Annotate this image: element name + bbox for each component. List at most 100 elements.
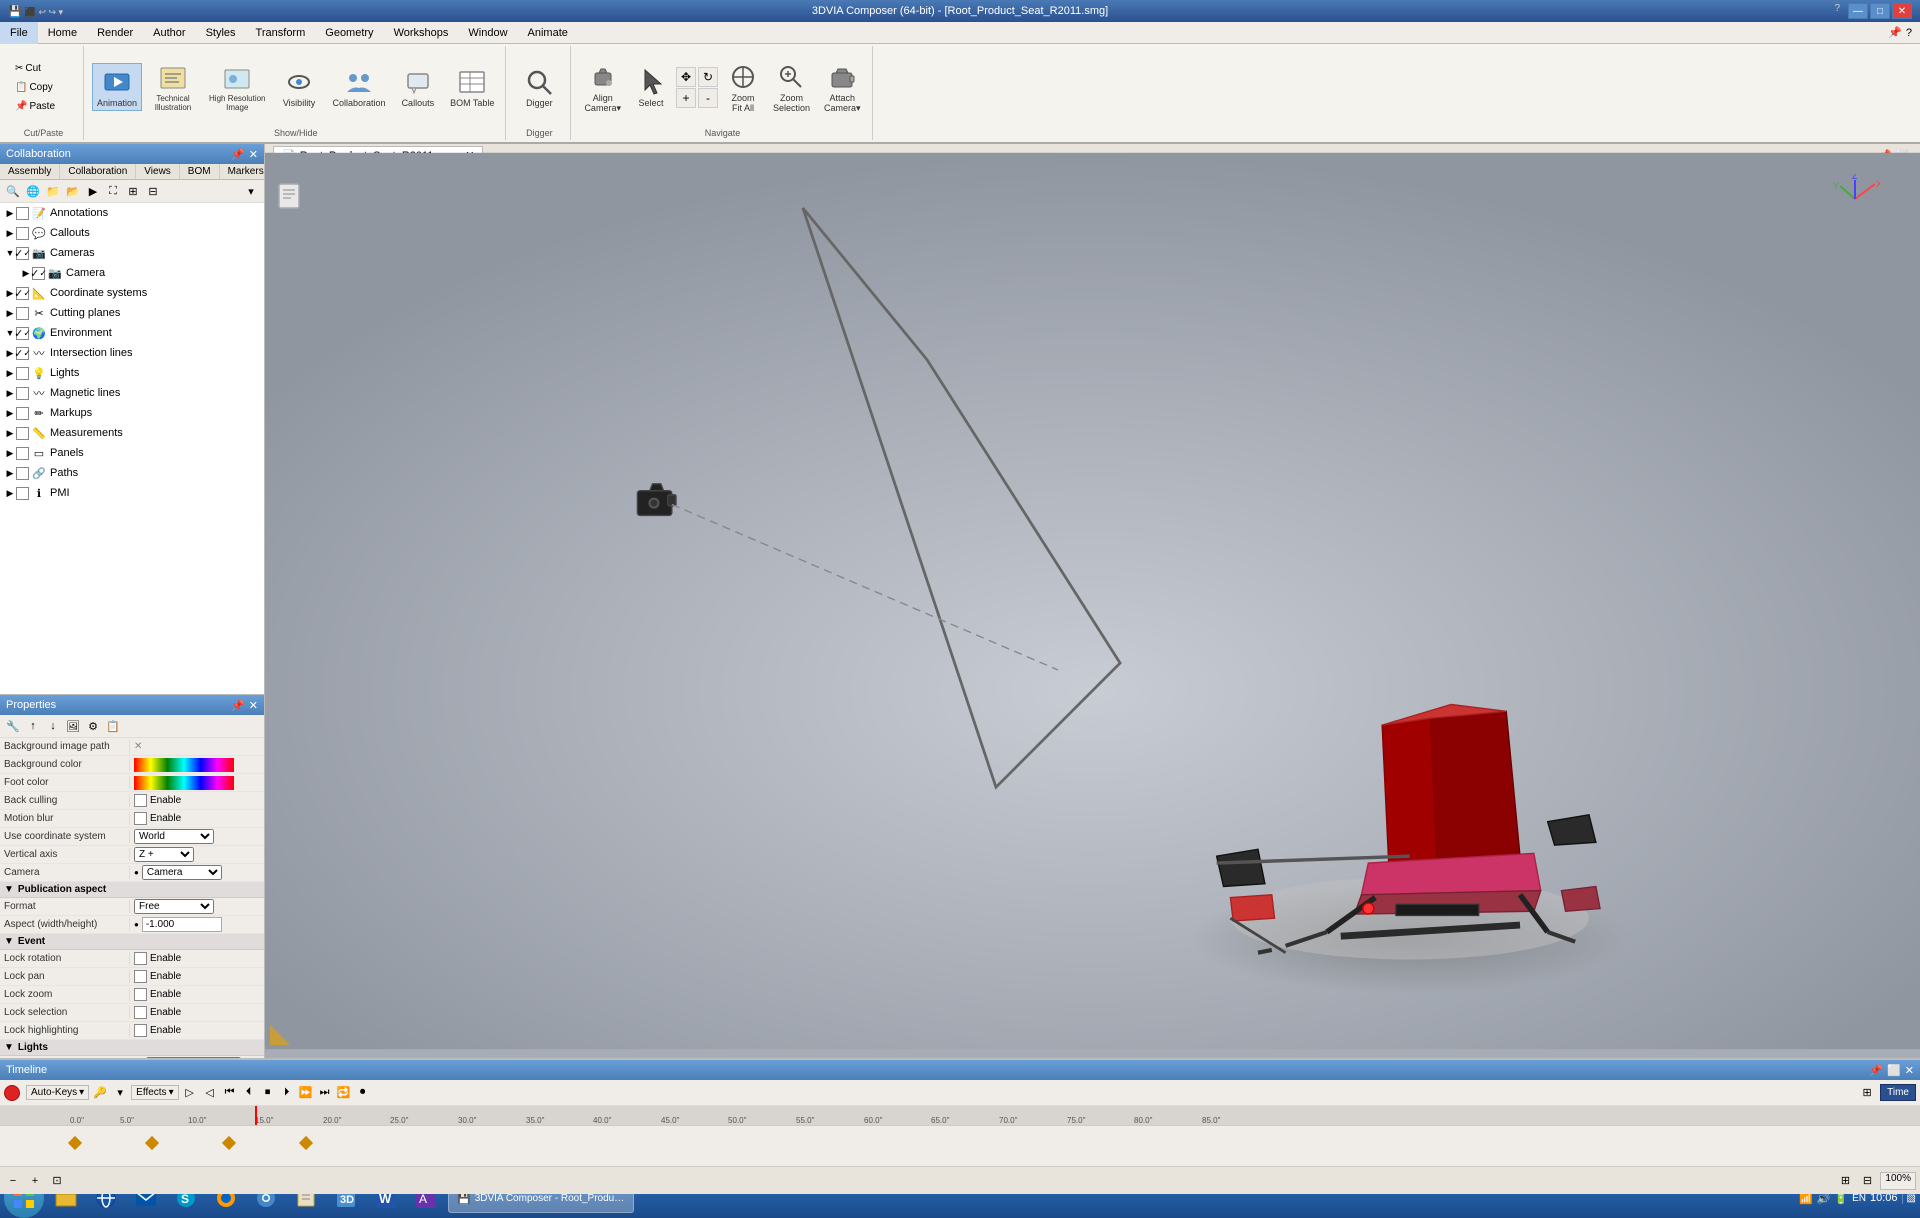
select-button[interactable]: Select xyxy=(630,63,672,111)
collab-pin[interactable]: 📌 xyxy=(231,148,245,161)
page-icon[interactable] xyxy=(275,182,303,213)
lock-zoom-checkbox[interactable] xyxy=(134,988,147,1001)
aspect-input[interactable] xyxy=(142,917,222,932)
timeline-close[interactable]: ✕ xyxy=(1905,1064,1914,1077)
tl-view-2[interactable]: ⊟ xyxy=(1858,1172,1876,1190)
btn-play[interactable]: ⏵ xyxy=(278,1084,296,1102)
kf-0[interactable] xyxy=(68,1136,82,1150)
tl-tool-1[interactable]: 🔑 xyxy=(91,1084,109,1102)
tl-fit[interactable]: ⊞ xyxy=(1858,1084,1876,1102)
minimize-button[interactable]: — xyxy=(1848,3,1868,19)
kf-3[interactable] xyxy=(299,1136,313,1150)
tech-illus-button[interactable]: TechnicalIllustration xyxy=(148,59,198,115)
bg-image-x[interactable]: ✕ xyxy=(134,741,142,752)
check-lights[interactable] xyxy=(16,367,29,380)
quick-access[interactable]: ⬛ ↩ ↪ ▾ xyxy=(25,7,63,17)
tree-item-cutting[interactable]: ▶ ✂ Cutting planes xyxy=(0,303,264,323)
menu-item-styles[interactable]: Styles xyxy=(196,22,246,44)
props-pin[interactable]: 📌 xyxy=(231,699,245,712)
back-culling-checkbox[interactable] xyxy=(134,794,147,807)
timeline-pin[interactable]: 📌 xyxy=(1869,1064,1883,1077)
tree-item-lights[interactable]: ▶ 💡 Lights xyxy=(0,363,264,383)
tab-collaboration[interactable]: Collaboration xyxy=(60,164,136,179)
check-camera[interactable]: ✓ xyxy=(32,267,45,280)
tree-item-pmi[interactable]: ▶ ℹ PMI xyxy=(0,483,264,503)
camera-select[interactable]: Camera xyxy=(142,865,222,880)
expand-markups[interactable]: ▶ xyxy=(4,407,16,419)
menu-item-geometry[interactable]: Geometry xyxy=(315,22,383,44)
foot-color-swatch[interactable] xyxy=(134,776,234,790)
timeline-expand[interactable]: ⬜ xyxy=(1887,1064,1901,1077)
expand-pmi[interactable]: ▶ xyxy=(4,487,16,499)
section-event-expand[interactable]: ▼ xyxy=(4,936,14,947)
tl-tool-4[interactable]: ◁ xyxy=(201,1084,219,1102)
expand-paths[interactable]: ▶ xyxy=(4,467,16,479)
expand-annotations[interactable]: ▶ xyxy=(4,207,16,219)
lock-pan-checkbox[interactable] xyxy=(134,970,147,983)
props-tool-5[interactable]: ⚙ xyxy=(84,717,102,735)
menu-item-render[interactable]: Render xyxy=(87,22,143,44)
collaboration-btn[interactable]: Collaboration xyxy=(328,63,391,111)
kf-1[interactable] xyxy=(145,1136,159,1150)
playhead[interactable] xyxy=(255,1106,257,1126)
props-tool-1[interactable]: 🔧 xyxy=(4,717,22,735)
tree-tool-expand[interactable]: ⊞ xyxy=(124,182,142,200)
coord-system-select[interactable]: World xyxy=(134,829,214,844)
props-tool-3[interactable]: ↓ xyxy=(44,717,62,735)
props-tool-6[interactable]: 📋 xyxy=(104,717,122,735)
titlebar-help[interactable]: ? xyxy=(1828,3,1846,19)
zoom-in-icon[interactable]: + xyxy=(676,88,696,108)
btn-loop[interactable]: 🔁 xyxy=(335,1084,353,1102)
copy-button[interactable]: 📋 Copy xyxy=(10,79,60,96)
check-pmi[interactable] xyxy=(16,487,29,500)
props-tool-4[interactable]: 🖼 xyxy=(64,717,82,735)
bom-table-btn[interactable]: BOM Table xyxy=(445,63,499,111)
check-magnetic[interactable] xyxy=(16,387,29,400)
maximize-button[interactable]: □ xyxy=(1870,3,1890,19)
tree-tool-2[interactable]: 🌐 xyxy=(24,182,42,200)
expand-cutting[interactable]: ▶ xyxy=(4,307,16,319)
tree-item-callouts[interactable]: ▶ 💬 Callouts xyxy=(0,223,264,243)
menu-item-animate[interactable]: Animate xyxy=(518,22,578,44)
expand-callouts[interactable]: ▶ xyxy=(4,227,16,239)
tree-item-paths[interactable]: ▶ 🔗 Paths xyxy=(0,463,264,483)
pan-icon[interactable]: ✥ xyxy=(676,67,696,87)
hi-res-button[interactable]: High ResolutionImage xyxy=(204,59,270,115)
tree-tool-3[interactable]: 📁 xyxy=(44,182,62,200)
tree-item-coord[interactable]: ▶ ✓ 📐 Coordinate systems xyxy=(0,283,264,303)
show-desktop[interactable]: ▧ xyxy=(1902,1193,1916,1204)
menu-item-transform[interactable]: Transform xyxy=(246,22,316,44)
cut-button[interactable]: ✂ Cut xyxy=(10,60,60,77)
check-cameras[interactable]: ✓ xyxy=(16,247,29,260)
tab-views[interactable]: Views xyxy=(136,164,180,179)
check-measurements[interactable] xyxy=(16,427,29,440)
motion-blur-checkbox[interactable] xyxy=(134,812,147,825)
attach-camera-button[interactable]: AttachCamera▾ xyxy=(819,58,866,117)
vert-axis-select[interactable]: Z + xyxy=(134,847,194,862)
check-annotations[interactable] xyxy=(16,207,29,220)
tree-item-markups[interactable]: ▶ ✏ Markups xyxy=(0,403,264,423)
ribbon-help[interactable]: ? xyxy=(1906,27,1912,39)
check-cutting[interactable] xyxy=(16,307,29,320)
tab-bom[interactable]: BOM xyxy=(180,164,220,179)
viewport[interactable]: 📄 Root_Product_Seat_R2011.smg ✕ 📌 ⬜ xyxy=(265,144,1920,1058)
check-paths[interactable] xyxy=(16,467,29,480)
tl-view-1[interactable]: ⊞ xyxy=(1836,1172,1854,1190)
tree-tool-5[interactable]: ▶ xyxy=(84,182,102,200)
tl-zoom-in[interactable]: + xyxy=(26,1172,44,1190)
kf-2[interactable] xyxy=(222,1136,236,1150)
record-button[interactable] xyxy=(4,1085,20,1101)
tree-item-magnetic[interactable]: ▶ 〰 Magnetic lines xyxy=(0,383,264,403)
tree-tool-filter[interactable]: ▾ xyxy=(242,182,260,200)
menu-item-workshops[interactable]: Workshops xyxy=(384,22,459,44)
check-markups[interactable] xyxy=(16,407,29,420)
auto-keys-dropdown[interactable]: Auto-Keys▾ xyxy=(26,1085,89,1100)
digger-button[interactable]: Digger xyxy=(514,63,564,111)
bg-color-swatch[interactable] xyxy=(134,758,234,772)
expand-measurements[interactable]: ▶ xyxy=(4,427,16,439)
orbit-icon[interactable]: ↻ xyxy=(698,67,718,87)
check-intersection[interactable]: ✓ xyxy=(16,347,29,360)
tray-language[interactable]: EN xyxy=(1852,1193,1866,1204)
zoom-out-icon[interactable]: - xyxy=(698,88,718,108)
tree-item-camera[interactable]: ▶ ✓ 📷 Camera xyxy=(0,263,264,283)
